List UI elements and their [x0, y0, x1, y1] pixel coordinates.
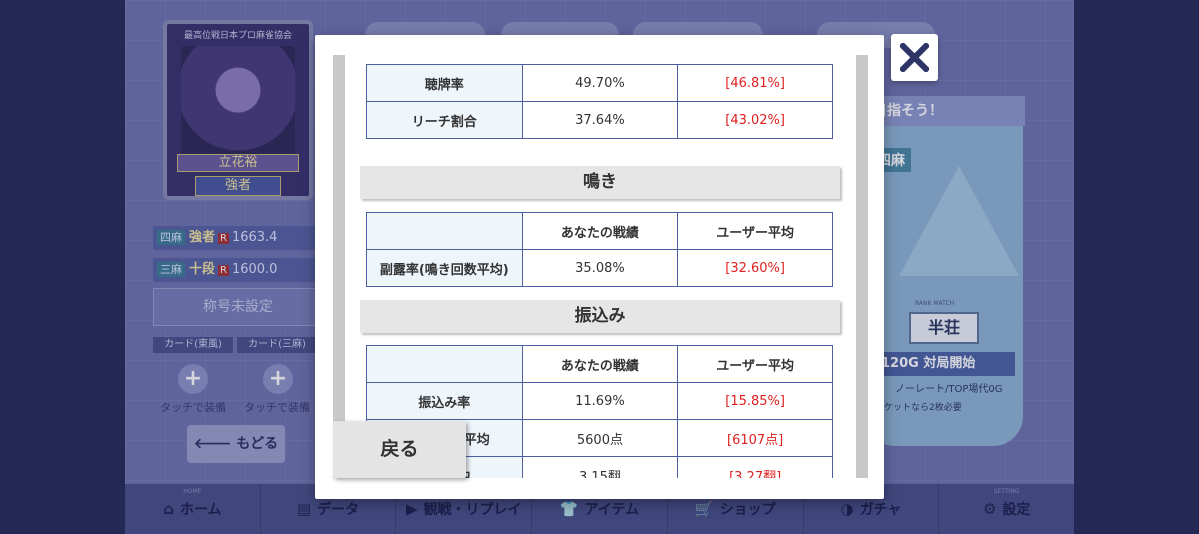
stats-table-general: 聴牌率 49.70% [46.81%] リーチ割合 37.64% [43.02%… [366, 64, 833, 139]
table-row: リーチ割合 37.64% [43.02%] [366, 101, 833, 139]
table-header-row: あなたの戦績 ユーザー平均 [366, 345, 833, 383]
close-button[interactable] [891, 34, 938, 81]
table-header-row: あなたの戦績 ユーザー平均 [366, 212, 833, 250]
row-average: [43.02%] [677, 101, 833, 139]
row-average: [3.27翻] [677, 456, 833, 478]
row-average: [6107点] [677, 419, 833, 457]
header-yours: あなたの戦績 [521, 345, 679, 383]
table-row: 聴牌率 49.70% [46.81%] [366, 64, 833, 102]
row-average: [46.81%] [677, 64, 833, 102]
header-average: ユーザー平均 [677, 345, 833, 383]
row-value: 37.64% [521, 101, 679, 139]
row-label: 副露率(鳴き回数平均) [366, 249, 523, 287]
row-label: 振込み率 [366, 382, 523, 420]
scroll-content[interactable]: 聴牌率 49.70% [46.81%] リーチ割合 37.64% [43.02%… [345, 55, 856, 478]
row-label: リーチ割合 [366, 101, 523, 139]
scroll-frame[interactable]: 聴牌率 49.70% [46.81%] リーチ割合 37.64% [43.02%… [333, 55, 868, 478]
stats-modal: 聴牌率 49.70% [46.81%] リーチ割合 37.64% [43.02%… [315, 35, 884, 499]
header-empty [366, 345, 523, 383]
section-title: 振込み [360, 300, 840, 333]
row-value: 3.15翻 [521, 456, 679, 478]
row-value: 35.08% [521, 249, 679, 287]
row-value: 5600点 [521, 419, 679, 457]
row-average: [15.85%] [677, 382, 833, 420]
row-value: 11.69% [521, 382, 679, 420]
back-button[interactable]: 戻る [333, 421, 466, 478]
row-label: 聴牌率 [366, 64, 523, 102]
close-icon [900, 43, 929, 72]
stats-table-naki: あなたの戦績 ユーザー平均 副露率(鳴き回数平均) 35.08% [32.60%… [366, 212, 833, 287]
header-average: ユーザー平均 [677, 212, 833, 250]
table-row: 副露率(鳴き回数平均) 35.08% [32.60%] [366, 249, 833, 287]
table-row: 振込み率 11.69% [15.85%] [366, 382, 833, 420]
row-average: [32.60%] [677, 249, 833, 287]
header-yours: あなたの戦績 [521, 212, 679, 250]
row-value: 49.70% [521, 64, 679, 102]
header-empty [366, 212, 523, 250]
section-title: 鳴き [360, 166, 840, 199]
